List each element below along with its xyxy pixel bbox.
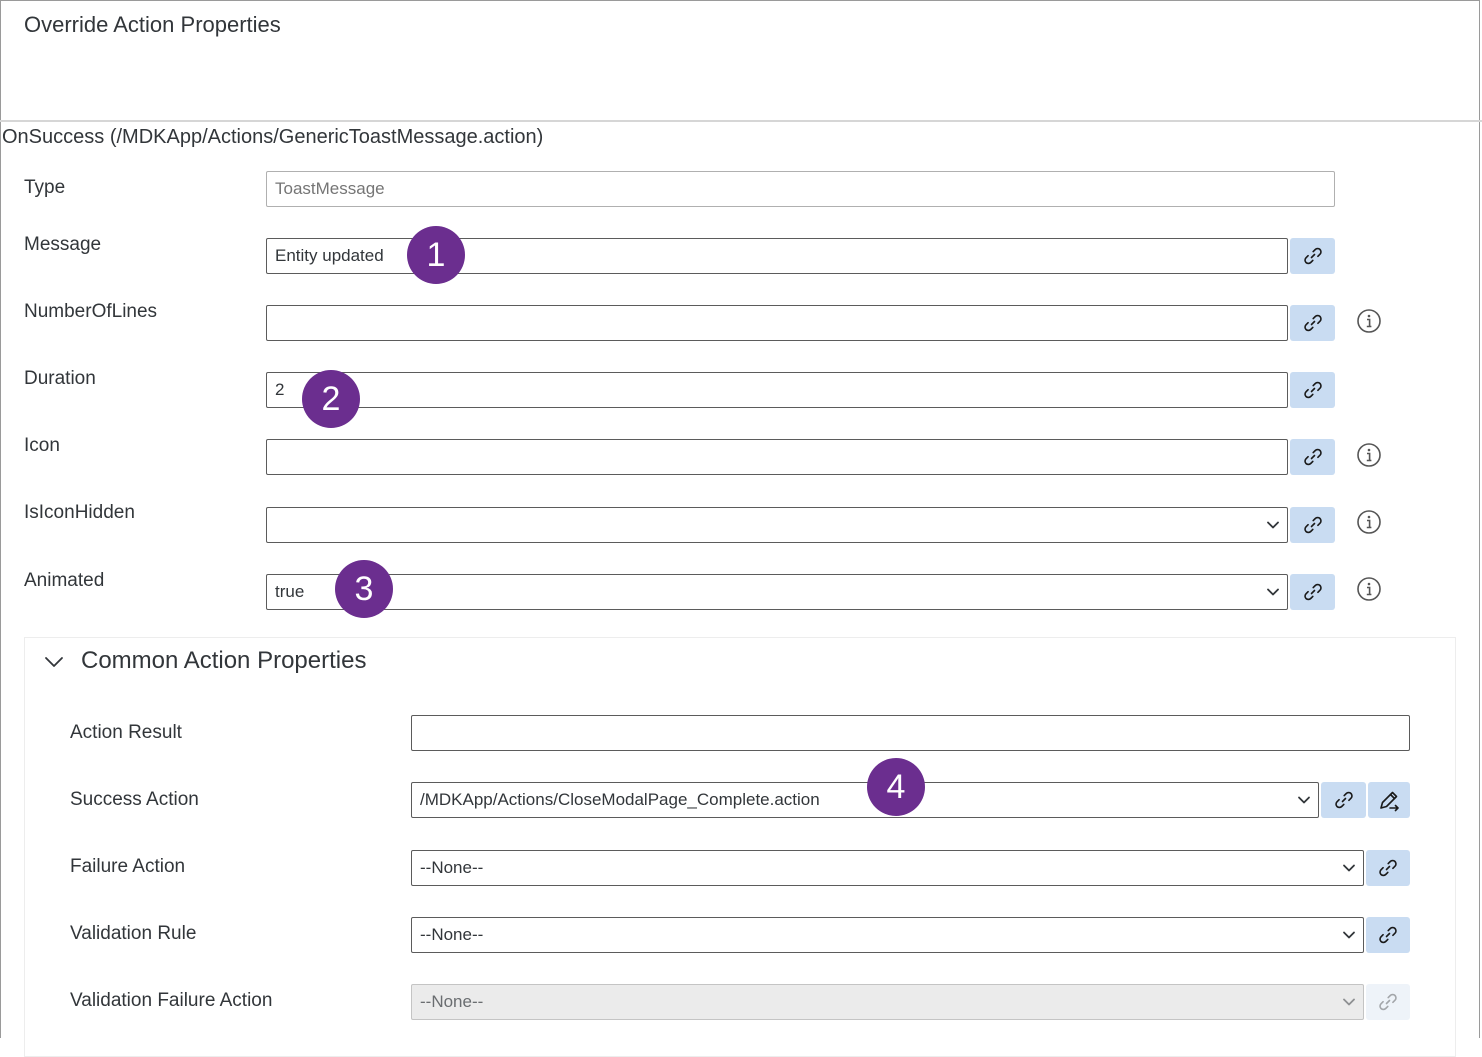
animated-select[interactable]: true <box>266 574 1288 610</box>
number-of-lines-bind-button[interactable] <box>1290 305 1335 341</box>
dialog-title: Override Action Properties <box>24 12 281 37</box>
duration-label: Duration <box>24 368 96 389</box>
dialog-header: Override Action Properties <box>0 0 1482 122</box>
callout-badge-3: 3 <box>335 560 393 618</box>
duration-bind-button[interactable] <box>1290 372 1335 408</box>
chevron-down-icon <box>1265 584 1281 600</box>
link-icon <box>1301 513 1325 537</box>
message-bind-button[interactable] <box>1290 238 1335 274</box>
link-icon <box>1301 445 1325 469</box>
failure-action-select[interactable]: --None-- <box>411 850 1364 886</box>
collapse-chevron-icon[interactable] <box>44 652 64 672</box>
is-icon-hidden-bind-button[interactable] <box>1290 507 1335 543</box>
success-action-bind-button[interactable] <box>1321 782 1366 818</box>
validation-rule-select[interactable]: --None-- <box>411 917 1364 953</box>
link-icon <box>1376 990 1400 1014</box>
validation-failure-action-select[interactable]: --None-- <box>411 984 1364 1020</box>
callout-badge-1: 1 <box>407 226 465 284</box>
message-label: Message <box>24 234 102 255</box>
info-icon[interactable] <box>1356 576 1382 602</box>
success-action-value: /MDKApp/Actions/CloseModalPage_Complete.… <box>420 790 820 809</box>
callout-badge-2: 2 <box>302 370 360 428</box>
type-field[interactable] <box>266 171 1335 207</box>
success-action-label: Success Action <box>70 789 199 810</box>
chevron-down-icon <box>1341 860 1357 876</box>
validation-failure-action-value: --None-- <box>420 992 484 1011</box>
animated-bind-button[interactable] <box>1290 574 1335 610</box>
type-label: Type <box>24 177 66 198</box>
info-icon[interactable] <box>1356 442 1382 468</box>
success-action-edit-button[interactable] <box>1368 782 1410 818</box>
link-icon <box>1332 788 1356 812</box>
chevron-down-icon <box>1341 994 1357 1010</box>
icon-bind-button[interactable] <box>1290 439 1335 475</box>
link-icon <box>1301 580 1325 604</box>
info-icon[interactable] <box>1356 308 1382 334</box>
validation-rule-bind-button[interactable] <box>1366 917 1410 953</box>
animated-value: true <box>275 582 305 601</box>
common-action-properties-title: Common Action Properties <box>81 647 367 674</box>
action-result-label: Action Result <box>70 722 182 743</box>
chevron-down-icon <box>1296 792 1312 808</box>
info-icon[interactable] <box>1356 509 1382 535</box>
link-icon <box>1301 244 1325 268</box>
number-of-lines-label: NumberOfLines <box>24 301 158 322</box>
validation-failure-action-bind-button[interactable] <box>1366 984 1410 1020</box>
link-icon <box>1376 923 1400 947</box>
link-icon <box>1301 378 1325 402</box>
validation-rule-label: Validation Rule <box>70 923 197 944</box>
section-title: OnSuccess (/MDKApp/Actions/GenericToastM… <box>2 126 544 148</box>
is-icon-hidden-select[interactable] <box>266 507 1288 543</box>
link-icon <box>1376 856 1400 880</box>
chevron-down-icon <box>1265 517 1281 533</box>
icon-label: Icon <box>24 435 60 456</box>
success-action-select[interactable]: /MDKApp/Actions/CloseModalPage_Complete.… <box>411 782 1319 818</box>
chevron-down-icon <box>1341 927 1357 943</box>
pencil-icon <box>1380 791 1399 812</box>
duration-field[interactable]: 2 <box>266 372 1288 408</box>
number-of-lines-field[interactable] <box>266 305 1288 341</box>
callout-badge-4: 4 <box>867 758 925 816</box>
validation-rule-value: --None-- <box>420 925 484 944</box>
failure-action-label: Failure Action <box>70 856 186 877</box>
link-icon <box>1301 311 1325 335</box>
is-icon-hidden-label: IsIconHidden <box>24 502 135 523</box>
action-result-field[interactable] <box>411 715 1410 751</box>
animated-label: Animated <box>24 570 105 591</box>
icon-field[interactable] <box>266 439 1288 475</box>
failure-action-bind-button[interactable] <box>1366 850 1410 886</box>
validation-failure-action-label: Validation Failure Action <box>70 990 273 1011</box>
failure-action-value: --None-- <box>420 858 484 877</box>
